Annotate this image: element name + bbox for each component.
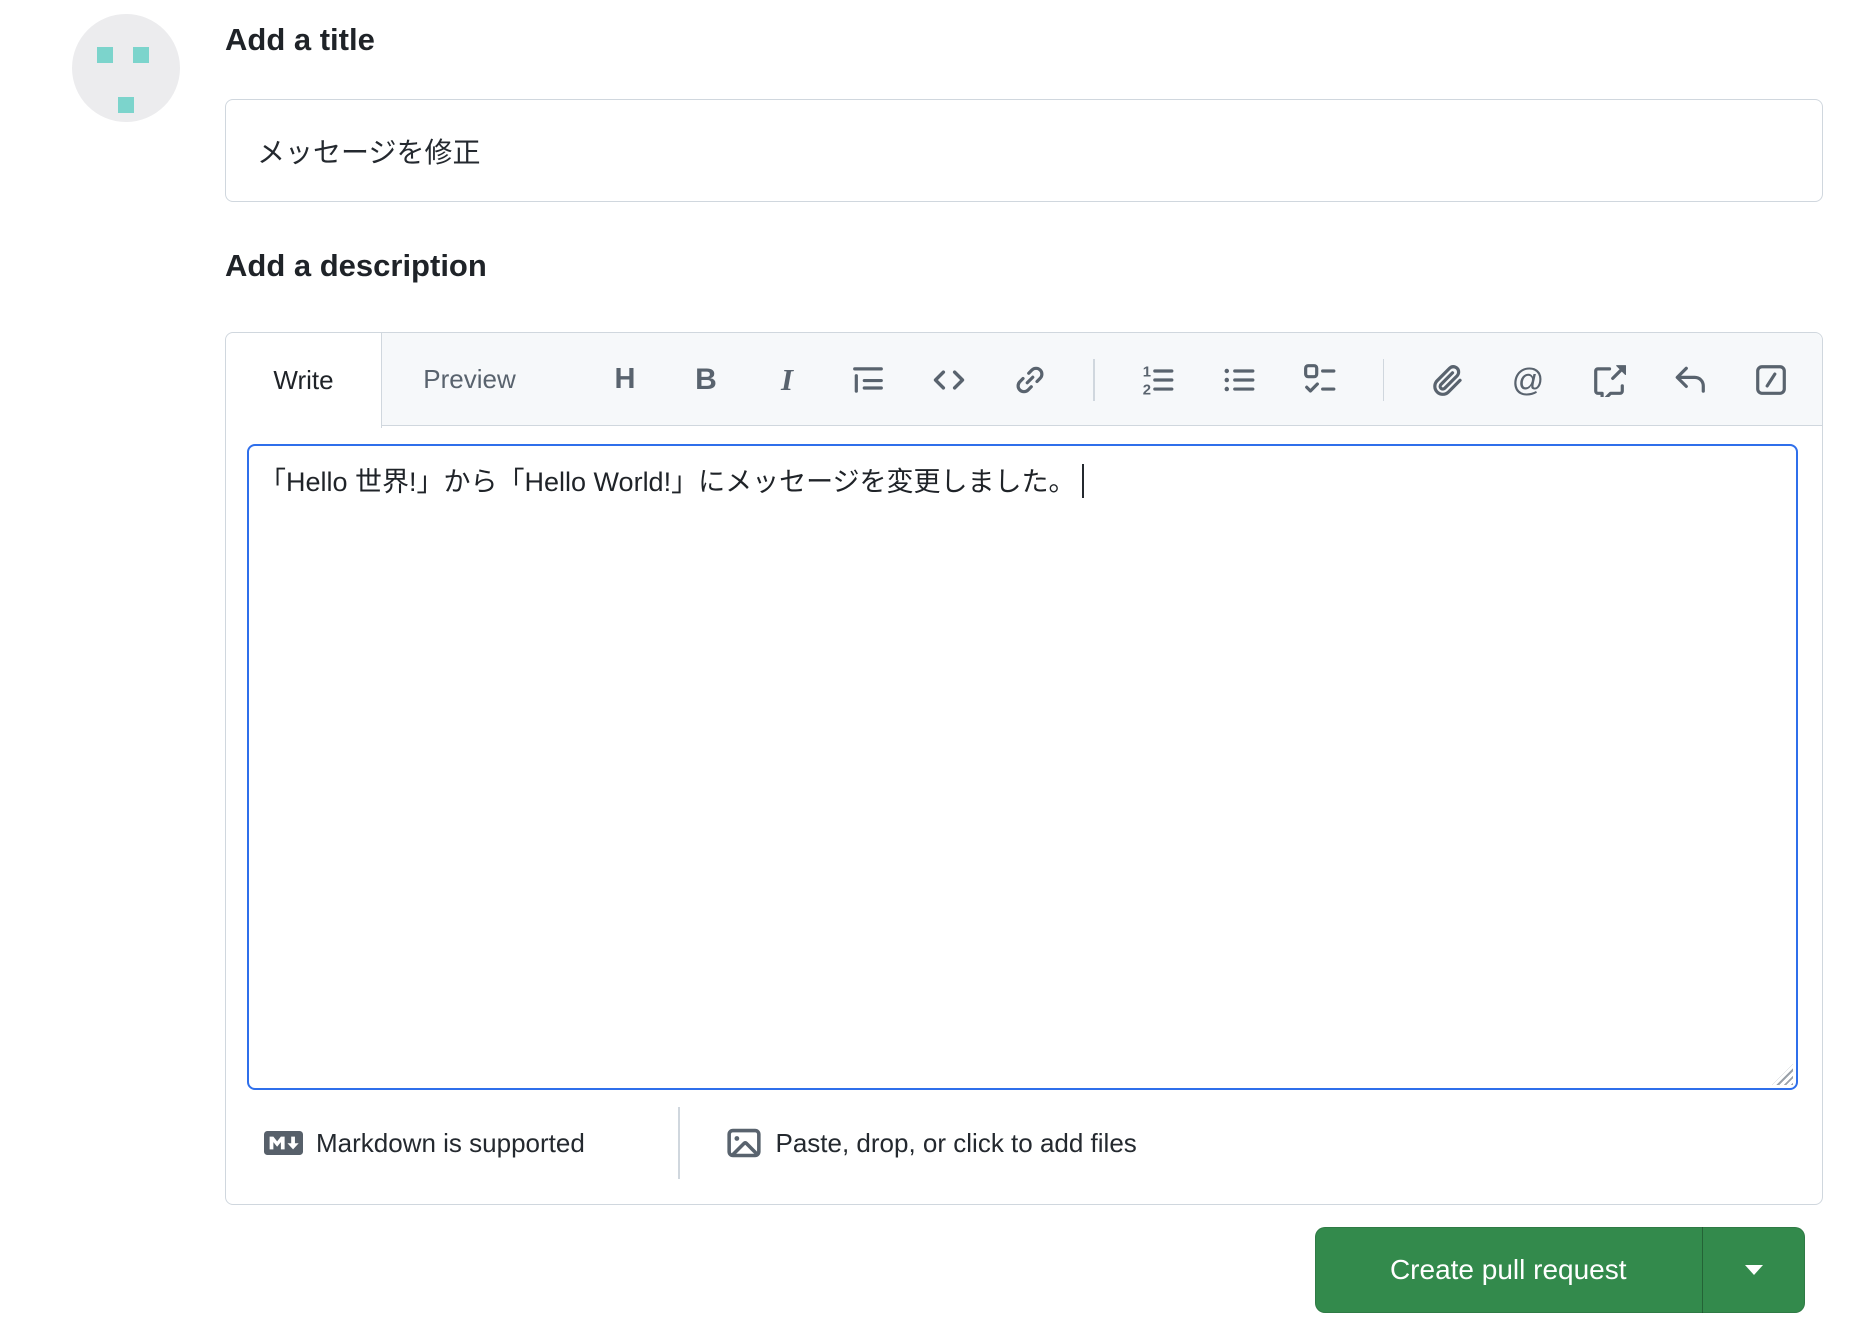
attach-files-area[interactable]: Paste, drop, or click to add files: [725, 1124, 1137, 1162]
quote-icon: [853, 366, 883, 393]
identicon-square: [97, 47, 113, 63]
editor-toolbar: Write Preview H B I 1 2 @: [226, 333, 1822, 428]
title-input-value: メッセージを修正: [257, 136, 481, 168]
markdown-icon: [264, 1131, 303, 1155]
tab-write-label: Write: [273, 365, 334, 395]
link-button[interactable]: [1012, 360, 1048, 400]
svg-text:2: 2: [1142, 382, 1150, 397]
code-icon: [933, 369, 965, 390]
tab-write[interactable]: Write: [226, 333, 382, 428]
numbered-list-icon: 1 2: [1142, 364, 1173, 397]
editor-footer: Markdown is supported Paste, drop, or cl…: [264, 1103, 1137, 1183]
cross-reference-button[interactable]: [1591, 360, 1627, 400]
italic-button[interactable]: I: [769, 360, 805, 400]
heading-button[interactable]: H: [607, 360, 643, 400]
task-list-icon: [1303, 363, 1335, 393]
new-pull-request-form: Add a title メッセージを修正 Add a description W…: [0, 0, 1862, 1330]
svg-text:1: 1: [1142, 364, 1150, 380]
text-cursor: [1081, 464, 1085, 498]
bold-icon: B: [695, 362, 717, 396]
heading-icon: H: [614, 363, 636, 395]
create-pull-request-button[interactable]: Create pull request: [1315, 1227, 1702, 1313]
bullet-list-button[interactable]: [1221, 360, 1257, 400]
toolbar-divider: [1093, 358, 1095, 401]
quote-button[interactable]: [850, 360, 886, 400]
footer-divider: [678, 1107, 680, 1179]
bullet-list-icon: [1224, 368, 1254, 391]
reply-icon: [1675, 366, 1705, 393]
cross-reference-icon: [1594, 364, 1626, 397]
numbered-list-button[interactable]: 1 2: [1140, 360, 1176, 400]
description-textarea[interactable]: 「Hello 世界!」から「Hello World!」にメッセージを変更しました…: [247, 444, 1798, 1090]
mention-icon: @: [1511, 361, 1545, 398]
create-pull-request-label: Create pull request: [1389, 1254, 1627, 1285]
create-pull-request-dropdown[interactable]: [1703, 1227, 1805, 1313]
identicon-square: [118, 97, 134, 113]
markdown-editor: Write Preview H B I 1 2 @ 「Hello 世界!」から「…: [225, 332, 1823, 1205]
markdown-supported-label: Markdown is supported: [316, 1127, 585, 1158]
toolbar-divider: [1382, 358, 1384, 401]
code-button[interactable]: [931, 360, 967, 400]
create-pull-request-split-button: Create pull request: [1315, 1227, 1805, 1313]
italic-icon: I: [780, 362, 794, 397]
link-icon: [1016, 366, 1044, 393]
image-icon: [726, 1128, 761, 1158]
saved-replies-button[interactable]: [1672, 360, 1708, 400]
slash-commands-button[interactable]: [1753, 360, 1789, 400]
avatar: [72, 14, 180, 122]
attach-files-label: Paste, drop, or click to add files: [775, 1127, 1137, 1158]
toolbar-icon-group: H B I 1 2 @: [607, 333, 1789, 426]
chevron-down-icon: [1745, 1265, 1763, 1275]
mention-button[interactable]: @: [1510, 360, 1546, 400]
description-heading: Add a description: [225, 248, 487, 283]
title-input[interactable]: メッセージを修正: [225, 99, 1823, 202]
tab-preview-label: Preview: [423, 364, 516, 394]
identicon-square: [133, 47, 149, 63]
description-text: 「Hello 世界!」から「Hello World!」にメッセージを変更しました…: [259, 467, 1076, 497]
bold-button[interactable]: B: [688, 360, 724, 400]
attach-file-button[interactable]: [1429, 360, 1465, 400]
task-list-button[interactable]: [1302, 360, 1338, 400]
slash-commands-icon: [1756, 364, 1786, 395]
markdown-supported-link[interactable]: Markdown is supported: [264, 1128, 678, 1159]
paperclip-icon: [1433, 364, 1462, 396]
title-heading: Add a title: [225, 22, 375, 57]
tab-preview[interactable]: Preview: [382, 333, 557, 426]
resize-handle-icon[interactable]: [1772, 1064, 1793, 1085]
